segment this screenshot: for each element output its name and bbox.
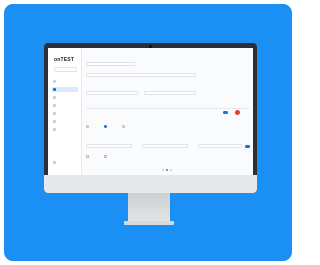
bottom-field-2-input[interactable] (142, 144, 188, 148)
sidebar-item-2[interactable] (52, 87, 78, 92)
row-toggle[interactable] (223, 111, 228, 114)
radio-option-1[interactable] (86, 125, 90, 128)
table-header (86, 104, 250, 109)
user-select[interactable] (54, 67, 77, 72)
radio-icon (86, 125, 89, 128)
checkbox-icon (104, 155, 107, 158)
sidebar-item-3[interactable] (52, 95, 78, 100)
logout-button[interactable] (53, 160, 77, 165)
sidebar: onTEST (48, 48, 82, 175)
sidebar-item-5[interactable] (52, 111, 78, 116)
radio-icon (122, 125, 125, 128)
bottom-toggle[interactable] (245, 145, 250, 148)
logout-icon (53, 161, 56, 164)
pagination (162, 169, 172, 171)
menu-icon (53, 96, 56, 99)
menu-icon (53, 104, 56, 107)
app-logo: onTEST (54, 57, 75, 63)
page-dot[interactable] (162, 169, 164, 171)
radio-option-2[interactable] (104, 125, 108, 128)
menu-icon (53, 120, 56, 123)
sidebar-item-7[interactable] (52, 127, 78, 132)
page-dot-current[interactable] (166, 169, 168, 171)
radio-icon (104, 125, 107, 128)
sidebar-item-6[interactable] (52, 119, 78, 124)
main-content (86, 48, 250, 175)
sidebar-item-4[interactable] (52, 103, 78, 108)
bottom-field-3-input[interactable] (198, 144, 242, 148)
menu-icon (53, 128, 56, 131)
field-1-input[interactable] (86, 62, 136, 66)
radio-option-3[interactable] (122, 125, 126, 128)
bottom-field-1-input[interactable] (86, 144, 132, 148)
menu-icon (53, 88, 56, 91)
menu-icon (53, 80, 56, 83)
sidebar-nav (52, 79, 78, 135)
field-4-input[interactable] (144, 91, 196, 95)
checkbox-2[interactable] (104, 155, 108, 158)
checkbox-icon (86, 155, 89, 158)
field-2-input[interactable] (86, 73, 196, 77)
table-row (86, 110, 250, 116)
monitor-stand (128, 193, 170, 222)
monitor-chin (44, 175, 257, 193)
delete-icon[interactable] (235, 110, 240, 115)
page-dot[interactable] (170, 169, 172, 171)
field-3-input[interactable] (86, 91, 138, 95)
monitor-stand-base (124, 221, 174, 225)
menu-icon (53, 112, 56, 115)
sidebar-item-1[interactable] (52, 79, 78, 84)
app-screen: onTEST (48, 48, 253, 175)
monitor: onTEST (44, 43, 257, 193)
checkbox-1[interactable] (86, 155, 90, 158)
